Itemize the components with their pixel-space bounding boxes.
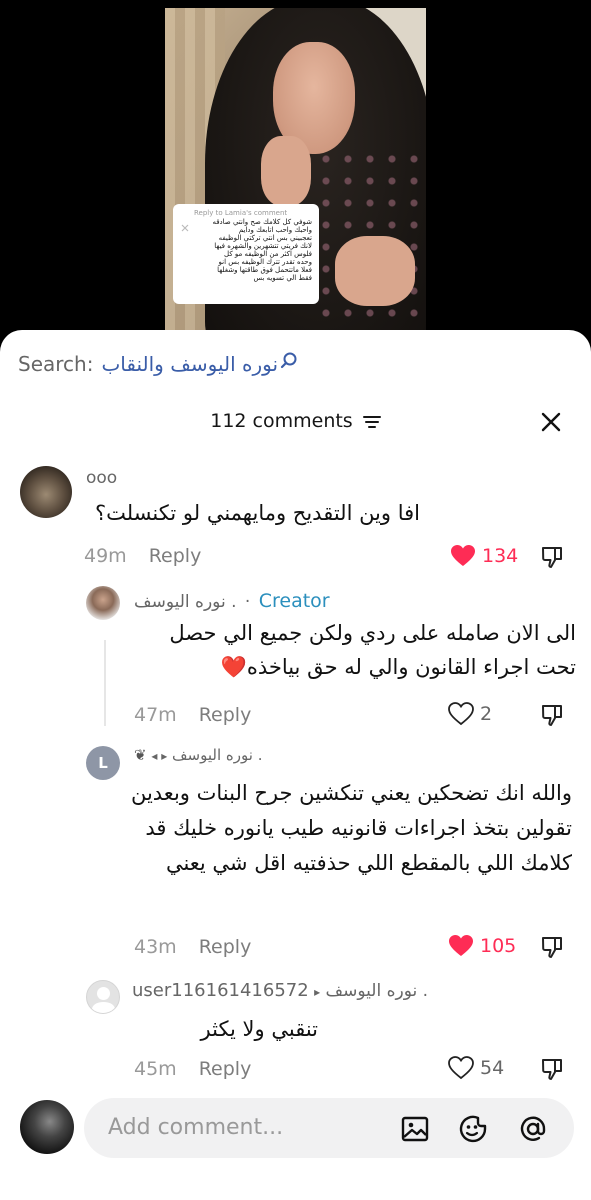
play-arrow-icon: ◂ ▸ (151, 749, 168, 763)
reply-sticker-body: شوفي كل كلامك صح وانتي صادقه واحبك واحب … (194, 218, 312, 282)
mention-icon[interactable] (518, 1114, 548, 1144)
reply-sticker-line: فعلا ماتتحمل فوق طاقتها وشغلها (217, 266, 312, 274)
reply-to-username: نوره اليوسف . (325, 981, 429, 1001)
video-player[interactable]: Reply to Lamia's comment شوفي كل كلامك ص… (165, 8, 426, 330)
reply-sticker-line: شوفي كل كلامك صح وانتي صادقه (212, 218, 312, 226)
comment-meta: 47m Reply (134, 704, 251, 726)
username-text: نوره اليوسف . (172, 746, 263, 764)
name-separator: · (244, 592, 251, 612)
comment-username[interactable]: user116161416572 ▸ نوره اليوسف . (132, 980, 428, 1001)
comment-text: الى الان صامله على ردي ولكن جميع الي حصل… (169, 621, 576, 679)
dislike-icon[interactable] (540, 934, 566, 960)
avatar-letter: L (98, 754, 108, 772)
comment-text: افا وين التقديح ومايهمني لو تكنسلت؟ (94, 501, 420, 525)
heart-icon (448, 1056, 474, 1080)
comment-time: 49m (84, 545, 127, 567)
video-person-hand (335, 236, 415, 306)
comment-meta: 49m Reply (84, 545, 201, 567)
like-button[interactable]: 2 (448, 702, 492, 726)
search-term[interactable]: نوره اليوسف والنقاب (101, 352, 278, 376)
play-arrow-icon: ▸ (314, 985, 321, 999)
reply-sticker[interactable]: Reply to Lamia's comment شوفي كل كلامك ص… (173, 204, 319, 304)
comment-meta: 43m Reply (134, 936, 251, 958)
emoji-icon: ❦ (134, 746, 147, 764)
avatar[interactable] (86, 586, 120, 620)
close-icon[interactable] (539, 410, 563, 434)
avatar[interactable] (86, 980, 120, 1014)
username-text: user116161416572 (132, 980, 309, 1001)
like-button[interactable]: 54 (448, 1056, 504, 1080)
like-button[interactable]: 134 (450, 544, 518, 568)
reply-sticker-header: Reply to Lamia's comment شوفي كل كلامك ص… (180, 209, 312, 282)
comment-time: 45m (134, 1058, 177, 1080)
comment-input-placeholder: Add comment... (108, 1115, 284, 1140)
comment-username[interactable]: ooo (86, 468, 117, 488)
like-count: 134 (482, 545, 519, 567)
thread-line (104, 640, 106, 726)
reply-sticker-line: لانك فريتي تتشهرين والشهره فيها (214, 242, 312, 250)
reply-button[interactable]: Reply (149, 545, 202, 567)
comment-username[interactable]: ❦ ◂ ▸ نوره اليوسف . (134, 746, 262, 764)
reply-button[interactable]: Reply (199, 704, 252, 726)
comment-text: والله انك تضحكين يعني تنكشين جرح البنات … (130, 781, 572, 875)
comments-sheet: Search: نوره اليوسف والنقاب 112 comments… (0, 330, 591, 1200)
search-suggestion[interactable]: Search: نوره اليوسف والنقاب (18, 352, 298, 376)
close-icon (181, 224, 189, 232)
search-icon (280, 352, 297, 369)
search-label: Search: (18, 352, 94, 376)
reply-sticker-line: فقط الي تسويه بس (253, 274, 312, 282)
username-text: نوره اليوسف . (134, 592, 237, 612)
image-icon[interactable] (400, 1114, 430, 1144)
creator-badge: Creator (258, 590, 330, 612)
like-count: 105 (480, 935, 517, 957)
reply-sticker-line: وحده تقدر تترك الوظيفه بس انو (218, 258, 312, 266)
comment-meta: 45m Reply (134, 1058, 251, 1080)
like-button[interactable]: 105 (448, 934, 516, 958)
comment-count: 112 comments (210, 410, 353, 432)
heart-icon (451, 545, 475, 566)
reply-sticker-line: واحبك واحب اتابعك ودايم (238, 226, 312, 234)
heart-icon (449, 935, 473, 956)
comment-time: 47m (134, 704, 177, 726)
comment-composer: Add comment... (0, 1090, 591, 1200)
comments-header: 112 comments (0, 410, 591, 432)
comment-time: 43m (134, 936, 177, 958)
like-count: 2 (480, 703, 493, 725)
reply-button[interactable]: Reply (199, 936, 252, 958)
sort-icon[interactable] (362, 415, 381, 429)
video-person-hand (261, 136, 311, 206)
current-user-avatar[interactable] (20, 1100, 74, 1154)
avatar[interactable]: L (86, 746, 120, 780)
dislike-icon[interactable] (540, 1056, 566, 1082)
dislike-icon[interactable] (540, 702, 566, 728)
comment-username[interactable]: نوره اليوسف . · Creator (134, 590, 330, 612)
heart-icon (448, 702, 474, 726)
reply-sticker-line: تعجبيني بس انتي تركتي الوظيفه (218, 234, 312, 242)
default-avatar-icon (97, 987, 110, 1000)
like-count: 54 (480, 1057, 505, 1079)
dislike-icon[interactable] (540, 544, 566, 570)
default-avatar-icon (92, 1002, 115, 1013)
reply-sticker-title: Reply to Lamia's comment (194, 209, 288, 217)
comment-text: تنقبي ولا يكثر (200, 1017, 318, 1041)
reply-button[interactable]: Reply (199, 1058, 252, 1080)
comment-input[interactable]: Add comment... (84, 1098, 574, 1158)
reply-sticker-line: فلوس اكثر من الوظيفه مو كل (224, 250, 312, 258)
emoji-icon[interactable] (458, 1114, 488, 1144)
avatar[interactable] (20, 466, 72, 518)
